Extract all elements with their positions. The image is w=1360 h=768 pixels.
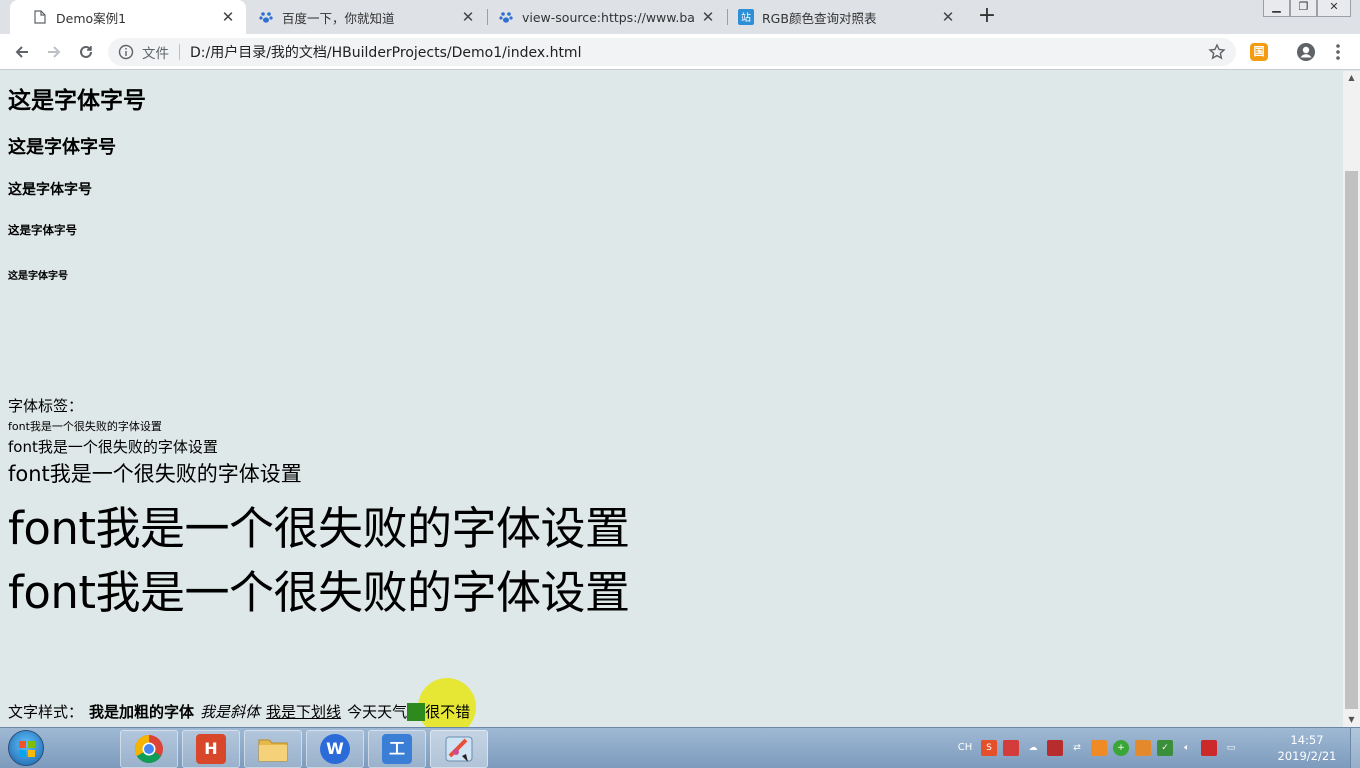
font-line-size3: font我是一个很失败的字体设置 xyxy=(8,462,302,486)
forward-arrow-icon xyxy=(48,46,61,58)
svg-text:站: 站 xyxy=(741,11,751,24)
page-content: 这是字体字号 这是字体字号 这是字体字号 这是字体字号 这是字体字号 字体标签：… xyxy=(0,71,1343,727)
taskbar-clock[interactable]: 14:57 2019/2/21 xyxy=(1272,732,1342,764)
tab-view-source[interactable]: view-source:https://www.baidu ✕ xyxy=(476,0,726,34)
reload-button[interactable] xyxy=(73,39,99,65)
tab-baidu[interactable]: 百度一下，你就知道 ✕ xyxy=(236,0,486,34)
heading-h1: 这是字体字号 xyxy=(8,88,146,114)
taskbar-worktool[interactable]: 工 xyxy=(368,730,426,768)
tab-title: view-source:https://www.baidu xyxy=(522,9,694,25)
back-arrow-icon xyxy=(15,46,28,58)
weather-after: 很不错 xyxy=(425,703,471,721)
tab-title: Demo案例1 xyxy=(56,10,127,26)
sogou-ime-icon[interactable]: S xyxy=(981,740,997,756)
folder-icon xyxy=(258,739,288,762)
minimize-button[interactable]: ▁ xyxy=(1263,0,1290,17)
close-window-button[interactable]: ✕ xyxy=(1317,0,1351,17)
weather-before: 今天天气 xyxy=(347,703,408,721)
font-line-size2: font我是一个很失败的字体设置 xyxy=(8,438,218,456)
baidu-paw-icon xyxy=(498,9,514,25)
network-icon[interactable]: ▭ xyxy=(1223,740,1239,756)
rgb-site-icon: 站 xyxy=(738,9,754,25)
forward-button[interactable] xyxy=(41,39,67,65)
restore-button[interactable]: ❐ xyxy=(1290,0,1317,17)
tray-red-icon[interactable] xyxy=(1201,740,1217,756)
font-label: 字体标签： xyxy=(8,397,84,415)
scheme-label: 文件 xyxy=(142,46,169,62)
address-separator xyxy=(179,44,180,60)
extension-icon[interactable]: 国 xyxy=(1250,43,1268,61)
scroll-up-icon[interactable]: ▲ xyxy=(1343,71,1360,85)
style-label: 文字样式： xyxy=(8,703,84,721)
toolbar: 文件 D:/用户目录/我的文档/HBuilderProjects/Demo1/i… xyxy=(0,34,1360,70)
start-button[interactable] xyxy=(8,730,44,766)
tray-orange-icon[interactable] xyxy=(1091,740,1107,756)
scroll-down-icon[interactable]: ▼ xyxy=(1343,713,1360,727)
baidu-paw-icon xyxy=(258,9,274,25)
heading-h5: 这是字体字号 xyxy=(8,271,68,282)
system-tray: CH S ☁ ⇄ + ✓ 🔈︎ ▭ xyxy=(955,739,1239,757)
green-color-box xyxy=(407,702,426,721)
bold-text: 我是加粗的字体 xyxy=(89,703,195,721)
profile-icon[interactable] xyxy=(1296,42,1316,62)
tab-title: RGB颜色查询对照表 xyxy=(762,10,877,26)
tray-horn-icon[interactable] xyxy=(1135,740,1151,756)
show-desktop-button[interactable] xyxy=(1350,728,1360,768)
taskbar-chrome[interactable] xyxy=(120,730,178,768)
shield-icon[interactable]: ✓ xyxy=(1157,740,1173,756)
bookmark-star-icon[interactable] xyxy=(1208,43,1226,61)
weather-text: 今天天气 很不错 xyxy=(347,701,470,722)
input-language-indicator[interactable]: CH xyxy=(955,740,975,756)
heading-h2: 这是字体字号 xyxy=(8,137,116,158)
underline-text: 我是下划线 xyxy=(266,703,342,721)
close-icon[interactable]: ✕ xyxy=(460,9,476,25)
heading-h3: 这是字体字号 xyxy=(8,182,92,198)
tab-demo[interactable]: Demo案例1 ✕ xyxy=(10,0,246,34)
text-style-row: 文字样式： 我是加粗的字体 我是斜体 我是下划线 今天天气 很不错 xyxy=(8,701,470,722)
tray-app-icon[interactable] xyxy=(1003,740,1019,756)
info-icon[interactable] xyxy=(118,44,134,60)
heading-h4: 这是字体字号 xyxy=(8,223,77,237)
chrome-icon xyxy=(135,735,163,763)
menu-dots-icon[interactable] xyxy=(1332,42,1344,62)
font-line-size1: font我是一个很失败的字体设置 xyxy=(8,420,162,433)
font-line-size5: font我是一个很失败的字体设置 xyxy=(8,566,630,619)
tray-sync-icon[interactable]: ⇄ xyxy=(1069,740,1085,756)
font-line-size4: font我是一个很失败的字体设置 xyxy=(8,502,630,555)
new-tab-button[interactable]: + xyxy=(976,5,998,28)
paint-icon xyxy=(445,736,473,762)
tray-green-icon[interactable]: + xyxy=(1113,740,1129,756)
clock-date: 2019/2/21 xyxy=(1277,749,1337,763)
scroll-thumb[interactable] xyxy=(1345,171,1358,709)
close-icon[interactable]: ✕ xyxy=(940,9,956,25)
taskbar-hbuilder[interactable]: H xyxy=(182,730,240,768)
worktool-icon: 工 xyxy=(382,734,412,764)
taskbar-explorer[interactable] xyxy=(244,730,302,768)
hbuilder-icon: H xyxy=(196,734,226,764)
taskbar-paint[interactable] xyxy=(430,730,488,768)
url-text[interactable]: D:/用户目录/我的文档/HBuilderProjects/Demo1/inde… xyxy=(190,42,581,62)
italic-text: 我是斜体 xyxy=(200,703,261,721)
wps-icon: W xyxy=(320,734,350,764)
taskbar-wps[interactable]: W xyxy=(306,730,364,768)
tab-strip: Demo案例1 ✕ 百度一下，你就知道 ✕ view-source:https:… xyxy=(0,0,1360,34)
back-button[interactable] xyxy=(9,39,35,65)
reload-icon xyxy=(80,45,92,58)
cloud-icon[interactable]: ☁ xyxy=(1025,740,1041,756)
close-icon[interactable]: ✕ xyxy=(700,9,716,25)
address-bar[interactable]: 文件 D:/用户目录/我的文档/HBuilderProjects/Demo1/i… xyxy=(108,38,1236,66)
taskbar: H W 工 CH S ☁ ⇄ + ✓ 🔈︎ ▭ 14:57 2019/2/21 xyxy=(0,727,1360,768)
tray-film-icon[interactable] xyxy=(1047,740,1063,756)
windows-logo-icon xyxy=(19,741,35,757)
vertical-scrollbar[interactable]: ▲ ▼ xyxy=(1343,71,1360,727)
clock-time: 14:57 xyxy=(1290,733,1324,747)
close-icon[interactable]: ✕ xyxy=(220,9,236,25)
tab-rgb[interactable]: 站 RGB颜色查询对照表 ✕ xyxy=(716,0,966,34)
page-icon xyxy=(32,9,48,25)
volume-icon[interactable]: 🔈︎ xyxy=(1179,740,1195,756)
tab-title: 百度一下，你就知道 xyxy=(282,10,395,26)
